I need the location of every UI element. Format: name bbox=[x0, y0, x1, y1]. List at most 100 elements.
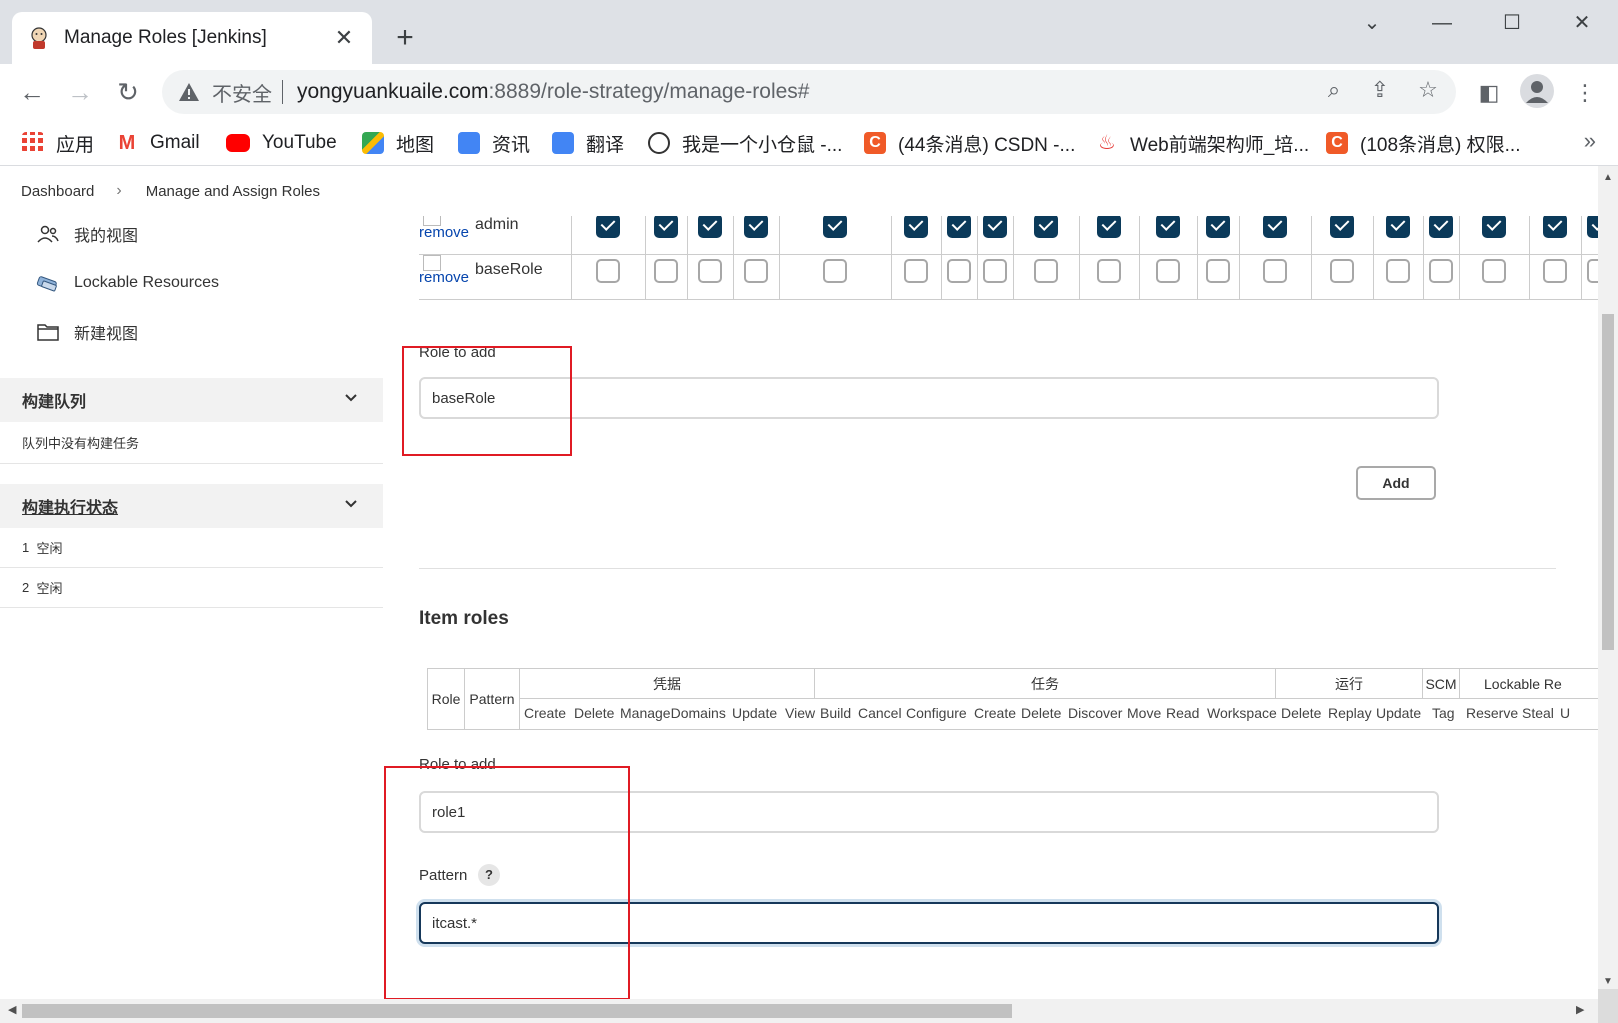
permission-checkbox[interactable] bbox=[596, 259, 620, 283]
share-icon[interactable]: ⇪ bbox=[1366, 76, 1394, 104]
permission-checkbox[interactable] bbox=[1429, 216, 1453, 238]
global-role-input[interactable]: baseRole bbox=[419, 377, 1439, 419]
back-icon[interactable]: ← bbox=[12, 72, 52, 112]
zoom-icon[interactable]: ⌕ bbox=[1320, 76, 1348, 104]
col-header-pattern: Pattern bbox=[469, 691, 515, 707]
permission-checkbox[interactable] bbox=[1386, 216, 1410, 238]
bookmark-hamster[interactable]: 我是一个小仓鼠 -... bbox=[648, 128, 842, 158]
permission-checkbox[interactable] bbox=[744, 259, 768, 283]
bookmarks-bar: 应用 M Gmail YouTube 地图 资讯 翻译 我是一个小仓鼠 -...… bbox=[0, 120, 1618, 166]
build-queue-empty: 队列中没有构建任务 bbox=[0, 422, 383, 464]
bookmark-gmail[interactable]: M Gmail bbox=[116, 128, 200, 158]
minimize-icon[interactable]: — bbox=[1422, 8, 1462, 38]
sidebar-item-my-views[interactable]: 我的视图 bbox=[36, 219, 138, 249]
executors-header[interactable]: 构建执行状态 bbox=[0, 484, 383, 528]
permission-checkbox[interactable] bbox=[744, 216, 768, 238]
bookmark-youtube[interactable]: YouTube bbox=[226, 128, 337, 158]
build-queue-header[interactable]: 构建队列 bbox=[0, 378, 383, 422]
permission-checkbox[interactable] bbox=[1543, 216, 1567, 238]
scroll-down-icon[interactable]: ▼ bbox=[1598, 976, 1618, 987]
chevron-down-icon[interactable] bbox=[343, 496, 359, 512]
forward-icon[interactable]: → bbox=[60, 72, 100, 112]
maximize-icon[interactable]: ☐ bbox=[1492, 8, 1532, 38]
horizontal-scrollbar[interactable]: ◀ ▶ bbox=[0, 999, 1598, 1023]
reload-icon[interactable]: ↻ bbox=[108, 72, 148, 112]
bookmark-csdn-44[interactable]: C (44条消息) CSDN -... bbox=[864, 128, 1075, 158]
close-window-icon[interactable]: ✕ bbox=[1562, 8, 1602, 38]
chevron-down-icon[interactable] bbox=[343, 390, 359, 406]
permission-checkbox[interactable] bbox=[1330, 259, 1354, 283]
scroll-up-icon[interactable]: ▲ bbox=[1598, 172, 1618, 183]
bookmark-news[interactable]: 资讯 bbox=[458, 128, 530, 158]
cell-divider bbox=[891, 216, 892, 255]
cell-divider bbox=[1423, 216, 1424, 255]
permission-checkbox[interactable] bbox=[1034, 216, 1058, 238]
perm-header: U bbox=[1560, 705, 1571, 721]
permission-checkbox[interactable] bbox=[904, 259, 928, 283]
sidebar-item-new-view[interactable]: 新建视图 bbox=[36, 317, 138, 347]
bookmark-csdn-108[interactable]: C (108条消息) 权限... bbox=[1326, 128, 1520, 158]
tab-search-chevron-icon[interactable]: ⌄ bbox=[1352, 8, 1392, 38]
permission-checkbox[interactable] bbox=[947, 259, 971, 283]
table-row: remove admin bbox=[419, 216, 1598, 255]
permission-checkbox[interactable] bbox=[698, 259, 722, 283]
breadcrumb-dashboard[interactable]: Dashboard bbox=[21, 183, 94, 200]
permission-checkbox[interactable] bbox=[1097, 259, 1121, 283]
permission-checkbox[interactable] bbox=[1263, 259, 1287, 283]
permission-checkbox[interactable] bbox=[1206, 216, 1230, 238]
browser-menu-icon[interactable]: ⋮ bbox=[1570, 78, 1600, 108]
permission-checkbox[interactable] bbox=[654, 259, 678, 283]
permission-checkbox[interactable] bbox=[1263, 216, 1287, 238]
bookmark-apps[interactable]: 应用 bbox=[22, 128, 94, 158]
permission-checkbox[interactable] bbox=[1429, 259, 1453, 283]
breadcrumb-current[interactable]: Manage and Assign Roles bbox=[146, 183, 320, 200]
bookmark-maps[interactable]: 地图 bbox=[362, 128, 434, 158]
permission-checkbox[interactable] bbox=[1330, 216, 1354, 238]
bookmark-star-icon[interactable]: ☆ bbox=[1414, 76, 1442, 104]
permission-checkbox[interactable] bbox=[596, 216, 620, 238]
profile-avatar[interactable] bbox=[1520, 74, 1554, 108]
permission-checkbox[interactable] bbox=[983, 259, 1007, 283]
bookmarks-more-icon[interactable]: » bbox=[1584, 128, 1596, 154]
address-bar[interactable]: 不安全 yongyuankuaile.com:8889/role-strateg… bbox=[162, 70, 1456, 114]
permission-checkbox[interactable] bbox=[823, 216, 847, 238]
bookmark-translate[interactable]: 翻译 bbox=[552, 128, 624, 158]
new-tab-icon[interactable]: + bbox=[390, 20, 420, 56]
permission-checkbox[interactable] bbox=[1097, 216, 1121, 238]
side-panel-icon[interactable]: ◧ bbox=[1474, 78, 1504, 108]
scroll-right-icon[interactable]: ▶ bbox=[1576, 1003, 1584, 1016]
permission-checkbox[interactable] bbox=[947, 216, 971, 238]
permission-checkbox[interactable] bbox=[904, 216, 928, 238]
permission-checkbox[interactable] bbox=[1206, 259, 1230, 283]
permission-checkbox[interactable] bbox=[1482, 216, 1506, 238]
row-divider bbox=[519, 698, 1598, 699]
remove-link[interactable]: remove bbox=[419, 255, 469, 285]
permission-checkbox[interactable] bbox=[1587, 216, 1598, 238]
executors-title[interactable]: 构建执行状态 bbox=[22, 494, 118, 518]
permission-checkbox[interactable] bbox=[1587, 259, 1598, 283]
permission-checkbox[interactable] bbox=[1034, 259, 1058, 283]
group-header-scm: SCM bbox=[1425, 675, 1457, 692]
browser-tab[interactable]: Manage Roles [Jenkins] ✕ bbox=[12, 12, 372, 64]
scrollbar-thumb[interactable] bbox=[22, 1004, 1012, 1018]
vertical-scrollbar[interactable]: ▲ ▼ bbox=[1598, 166, 1618, 989]
permission-checkbox[interactable] bbox=[698, 216, 722, 238]
remove-link[interactable]: remove bbox=[419, 216, 469, 240]
permission-checkbox[interactable] bbox=[1482, 259, 1506, 283]
permission-checkbox[interactable] bbox=[1543, 259, 1567, 283]
bookmark-web-frontend[interactable]: ♨ Web前端架构师_培... bbox=[1096, 128, 1309, 158]
permission-checkbox[interactable] bbox=[1156, 216, 1180, 238]
permission-checkbox[interactable] bbox=[1386, 259, 1410, 283]
permission-checkbox[interactable] bbox=[983, 216, 1007, 238]
permission-checkbox[interactable] bbox=[823, 259, 847, 283]
scrollbar-thumb[interactable] bbox=[1602, 314, 1614, 650]
sidebar-item-lockable-resources[interactable]: Lockable Resources bbox=[36, 268, 219, 298]
tab-close-icon[interactable]: ✕ bbox=[332, 25, 356, 51]
youtube-icon bbox=[226, 134, 250, 152]
scroll-left-icon[interactable]: ◀ bbox=[8, 1003, 16, 1016]
cell-divider bbox=[941, 255, 942, 300]
hamster-icon bbox=[648, 132, 670, 154]
permission-checkbox[interactable] bbox=[654, 216, 678, 238]
add-button[interactable]: Add bbox=[1356, 466, 1436, 500]
permission-checkbox[interactable] bbox=[1156, 259, 1180, 283]
